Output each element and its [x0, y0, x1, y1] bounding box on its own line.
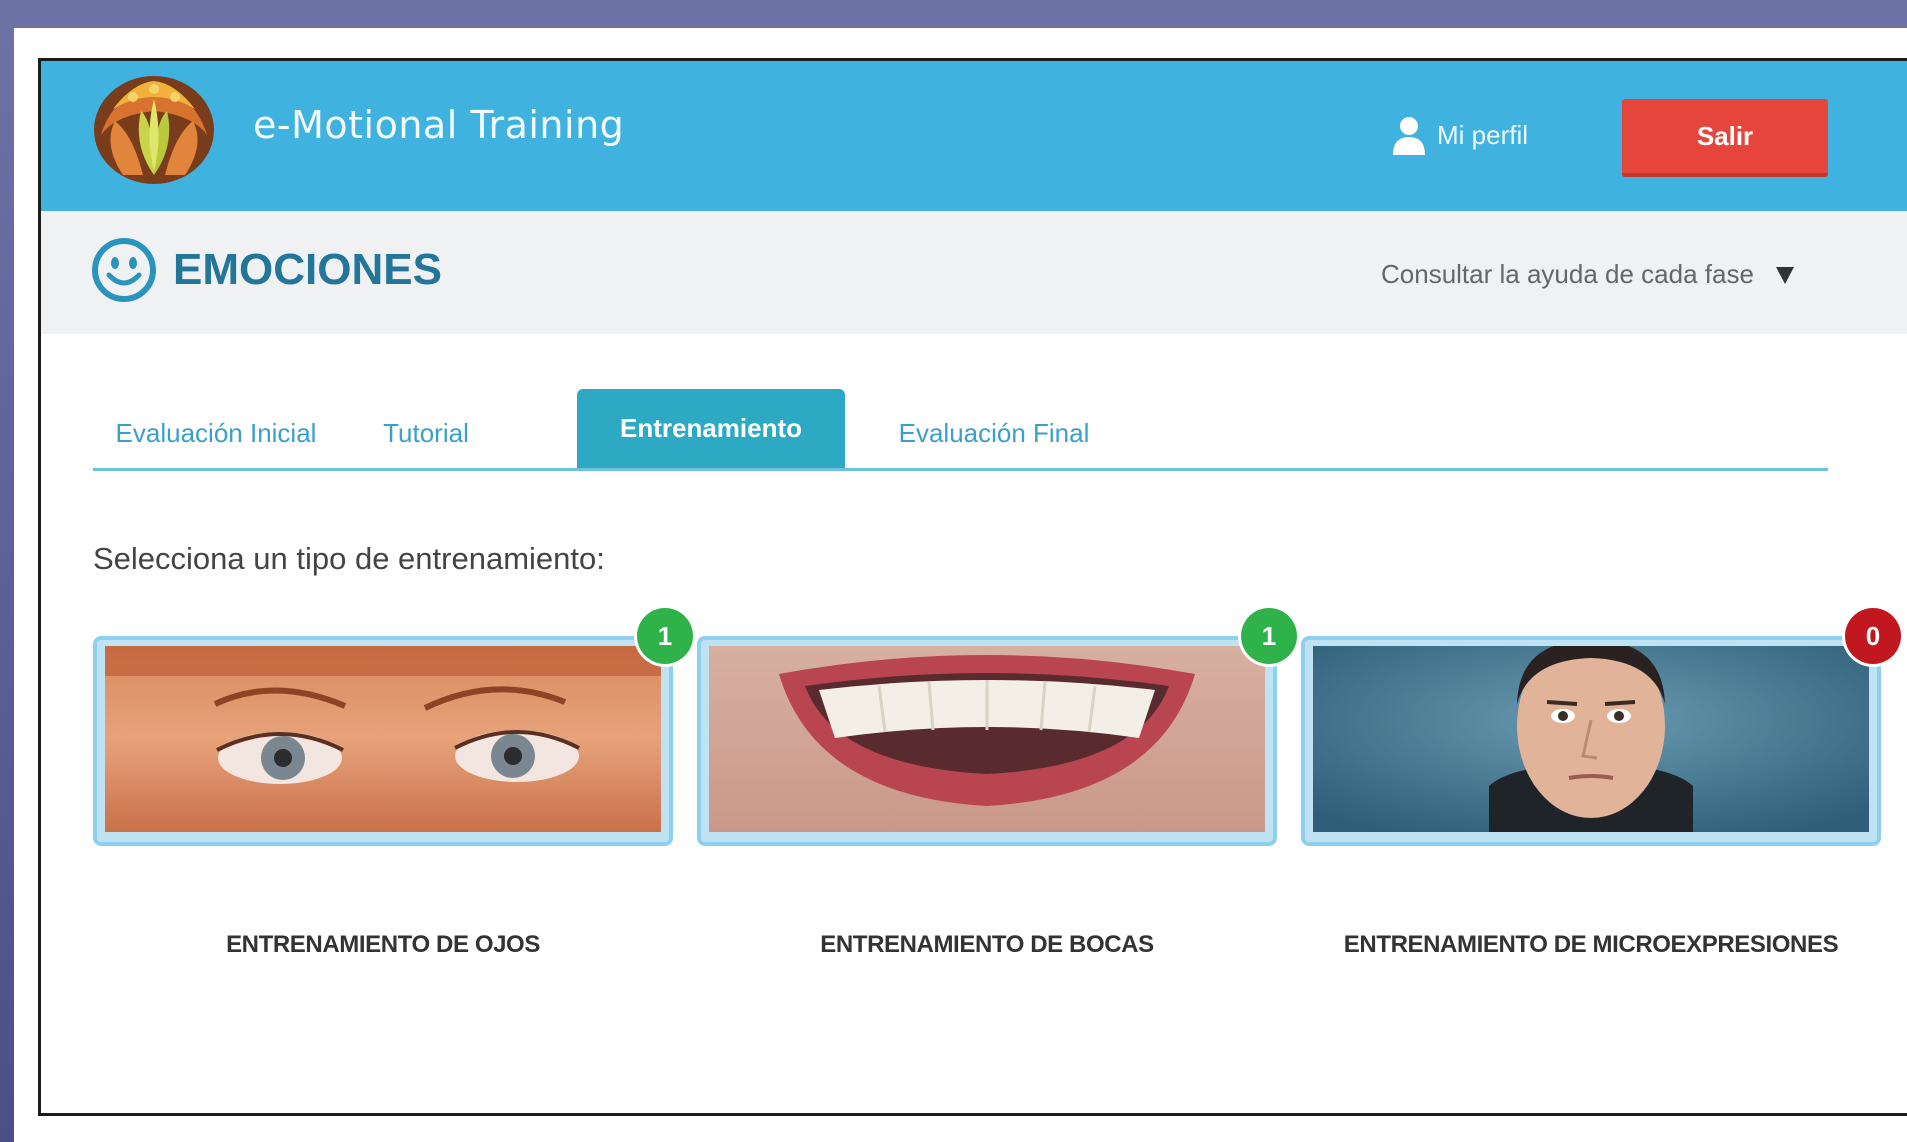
app-title: e-Motional Training [253, 103, 625, 147]
tab-tutorial[interactable]: Tutorial [361, 399, 491, 468]
eyes-image [105, 646, 661, 832]
tab-entrenamiento[interactable]: Entrenamiento [577, 389, 845, 468]
tab-evaluacion-final[interactable]: Evaluación Final [883, 399, 1105, 468]
card-microexpressions-training[interactable]: 0 [1301, 608, 1901, 846]
help-label: Consultar la ayuda de cada fase [1381, 259, 1754, 289]
face-image [1313, 646, 1869, 832]
card-label-mouth[interactable]: ENTRENAMIENTO DE BOCAS [697, 931, 1277, 959]
profile-link[interactable]: Mi perfil [1391, 115, 1528, 155]
count-badge: 1 [637, 608, 693, 664]
profile-label: Mi perfil [1437, 119, 1529, 150]
top-header: e-Motional Training Mi perfil Salir [41, 61, 1907, 211]
logout-button[interactable]: Salir [1622, 99, 1828, 177]
user-icon [1393, 117, 1425, 155]
section-header: EMOCIONES Consultar la ayuda de cada fas… [41, 211, 1907, 334]
instruction-text: Selecciona un tipo de entrenamiento: [93, 541, 605, 576]
card-mouth-training[interactable]: 1 [697, 608, 1297, 846]
count-badge: 1 [1241, 608, 1297, 664]
page-title: EMOCIONES [173, 245, 442, 294]
card-eyes-training[interactable]: 1 [93, 608, 693, 846]
count-badge: 0 [1845, 608, 1901, 664]
card-label-microexpressions[interactable]: ENTRENAMIENTO DE MICROEXPRESIONES [1301, 931, 1881, 959]
card-label-eyes[interactable]: ENTRENAMIENTO DE OJOS [93, 931, 673, 959]
app-logo-icon [94, 76, 214, 184]
app-window: e-Motional Training Mi perfil Salir EMOC… [38, 58, 1907, 1116]
caret-down-icon [1775, 266, 1794, 284]
phase-tabs: Evaluación Inicial Tutorial Entrenamient… [93, 389, 1828, 471]
mouth-image [709, 646, 1265, 832]
help-dropdown[interactable]: Consultar la ayuda de cada fase [1381, 259, 1796, 290]
tab-evaluacion-inicial[interactable]: Evaluación Inicial [107, 399, 325, 468]
smiley-icon [92, 238, 156, 302]
